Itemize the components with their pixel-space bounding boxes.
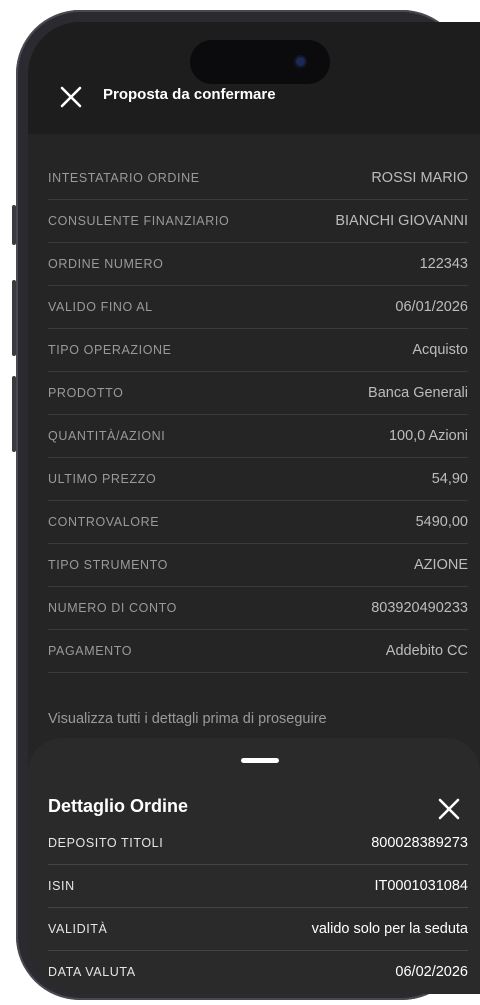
detail-label: CONSULENTE FINANZIARIO (48, 214, 230, 228)
detail-row-intestatario: INTESTATARIO ORDINE ROSSI MARIO (48, 157, 468, 200)
detail-row-tipo-operazione: TIPO OPERAZIONE Acquisto (48, 329, 468, 372)
sheet-row-label: DATA VALUTA (48, 965, 136, 979)
detail-row-tipo-strumento: TIPO STRUMENTO AZIONE (48, 544, 468, 587)
detail-value: 803920490233 (371, 600, 468, 616)
detail-value: 100,0 Azioni (388, 428, 468, 444)
sheet-grabber-handle[interactable] (241, 758, 279, 763)
detail-label: VALIDO FINO AL (48, 300, 153, 314)
detail-label: ULTIMO PREZZO (48, 472, 157, 486)
camera-icon (296, 57, 305, 66)
sheet-row-label: DEPOSITO TITOLI (48, 836, 164, 850)
sheet-detail-list: DEPOSITO TITOLI 800028389273 ISIN IT000103… (48, 822, 468, 993)
close-icon[interactable] (58, 84, 84, 110)
sheet-row-label: ISIN (48, 879, 75, 893)
detail-row-controvalore: CONTROVALORE 5490,00 (48, 501, 468, 544)
detail-value: Acquisto (412, 342, 468, 358)
sheet-row-deposito-titoli: DEPOSITO TITOLI 800028389273 (48, 822, 468, 865)
detail-value: 54,90 (431, 471, 468, 487)
detail-row-prodotto: PRODOTTO Banca Generali (48, 372, 468, 415)
action-button (12, 205, 16, 245)
detail-row-ultimo-prezzo: ULTIMO PREZZO 54,90 (48, 458, 468, 501)
detail-value: 5490,00 (415, 514, 468, 530)
detail-value: AZIONE (414, 557, 468, 573)
detail-value: Banca Generali (368, 385, 468, 401)
sheet-row-isin: ISIN IT0001031084 (48, 865, 468, 908)
header-bar: Proposta da confermare (28, 22, 480, 134)
detail-value: Addebito CC (385, 643, 468, 659)
detail-row-consulente: CONSULENTE FINANZIARIO BIANCHI GIOVANNI (48, 200, 468, 243)
detail-row-numero-conto: NUMERO DI CONTO 803920490233 (48, 587, 468, 630)
detail-value: 122343 (419, 256, 468, 272)
detail-label: TIPO STRUMENTO (48, 558, 168, 572)
sheet-row-validita: VALIDITÀ valido solo per la seduta (48, 908, 468, 951)
volume-down-button (12, 376, 16, 452)
app-screen: Proposta da confermare INTESTATARIO ORDI… (28, 22, 480, 994)
detail-row-quantita: QUANTITÀ/AZIONI 100,0 Azioni (48, 415, 468, 458)
detail-label: CONTROVALORE (48, 515, 160, 529)
detail-label: TIPO OPERAZIONE (48, 343, 172, 357)
detail-row-valido-fino: VALIDO FINO AL 06/01/2026 (48, 286, 468, 329)
hint-text: Visualizza tutti i dettagli prima di pro… (48, 711, 327, 727)
sheet-row-label: VALIDITÀ (48, 922, 108, 936)
page-title: Proposta da confermare (103, 86, 276, 103)
detail-value: ROSSI MARIO (371, 170, 468, 186)
order-details-list: INTESTATARIO ORDINE ROSSI MARIO CONSULENT… (48, 157, 468, 673)
detail-label: PAGAMENTO (48, 644, 133, 658)
sheet-title: Dettaglio Ordine (48, 796, 189, 816)
detail-label: PRODOTTO (48, 386, 124, 400)
sheet-row-value: valido solo per la seduta (311, 921, 468, 937)
detail-row-pagamento: PAGAMENTO Addebito CC (48, 630, 468, 673)
volume-up-button (12, 280, 16, 356)
sheet-row-value: 06/02/2026 (395, 964, 468, 980)
detail-row-ordine-numero: ORDINE NUMERO 122343 (48, 243, 468, 286)
order-detail-sheet: Dettaglio Ordine DEPOSITO TITOLI 80002838… (28, 738, 480, 994)
detail-label: QUANTITÀ/AZIONI (48, 429, 166, 443)
detail-label: INTESTATARIO ORDINE (48, 171, 200, 185)
detail-label: NUMERO DI CONTO (48, 601, 177, 615)
dynamic-island (190, 40, 330, 84)
sheet-row-value: 800028389273 (371, 835, 468, 851)
detail-label: ORDINE NUMERO (48, 257, 164, 271)
close-icon[interactable] (436, 796, 462, 822)
detail-value: 06/01/2026 (395, 299, 468, 315)
sheet-row-value: IT0001031084 (374, 878, 468, 894)
sheet-row-data-valuta: DATA VALUTA 06/02/2026 (48, 951, 468, 993)
detail-value: BIANCHI GIOVANNI (335, 213, 468, 229)
